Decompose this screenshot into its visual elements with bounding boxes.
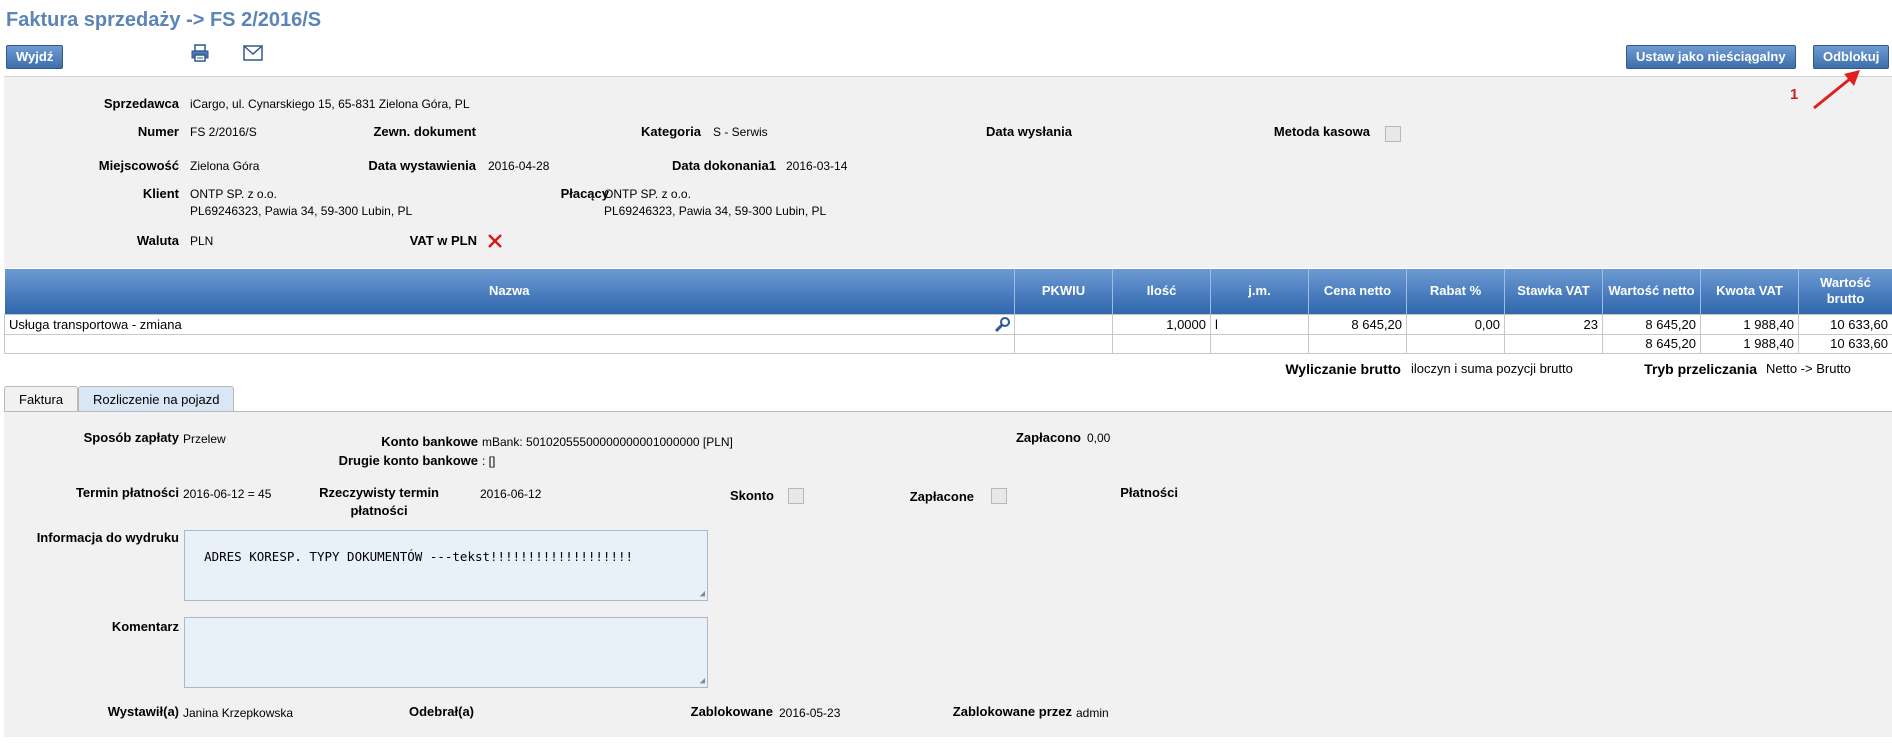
real-term-label: Rzeczywisty termin płatności — [319, 485, 439, 518]
payment-term-label: Termin płatności — [75, 485, 179, 500]
exit-button[interactable]: Wyjdź — [6, 45, 64, 69]
gross-calc-value: iloczyn i suma pozycji brutto — [1411, 361, 1573, 376]
bank-account-label: Konto bankowe — [381, 434, 478, 449]
col-name-header[interactable]: Nazwa — [4, 269, 1015, 314]
city-label: Miejscowość — [98, 158, 179, 173]
category-label: Kategoria — [641, 124, 701, 139]
issued-by-label: Wystawił(a) — [107, 704, 179, 719]
paid-amount-label: Zapłacono — [1015, 430, 1081, 445]
payer-label: Płacący — [560, 186, 609, 201]
cell-vat-amount: 1 988,40 — [1700, 313, 1799, 335]
print-info-text: ADRES KORESP. TYPY DOKUMENTÓW ---tekst!!… — [204, 549, 634, 564]
seller-label: Sprzedawca — [103, 96, 179, 111]
seller-value: iCargo, ul. Cynarskiego 15, 65-831 Zielo… — [190, 97, 470, 111]
locked-label: Zablokowane — [690, 704, 773, 719]
payment-method-label: Sposób zapłaty — [83, 430, 179, 445]
category-value: S - Serwis — [713, 125, 768, 139]
cell-gross-value: 10 633,60 — [1798, 313, 1892, 335]
printer-icon[interactable] — [190, 43, 210, 63]
cell-vat-rate: 23 — [1504, 313, 1603, 335]
payer-line2: PL69246323, Pawia 34, 59-300 Lubin, PL — [604, 204, 827, 218]
red-x-icon — [488, 234, 502, 248]
second-bank-account-label: Drugie konto bankowe — [338, 453, 478, 468]
total-gross-value: 10 633,60 — [1798, 333, 1892, 354]
col-discount-header[interactable]: Rabat % — [1406, 269, 1505, 314]
locked-by-value: admin — [1076, 706, 1109, 720]
payment-term-value: 2016-06-12 = 45 — [183, 487, 272, 501]
locked-by-label: Zablokowane przez — [952, 704, 1072, 719]
discount-checkbox[interactable] — [788, 488, 804, 504]
resize-grip-icon[interactable]: ◢ — [700, 589, 705, 599]
annotation-number: 1 — [1790, 86, 1799, 103]
item-name: Usługa transportowa - zmiana — [9, 316, 182, 332]
vat-pln-label: VAT w PLN — [409, 233, 477, 248]
cash-method-label: Metoda kasowa — [1273, 124, 1370, 139]
comment-label: Komentarz — [111, 619, 179, 634]
payer-line1: ONTP SP. z o.o. — [604, 187, 691, 201]
paid-label: Zapłacone — [909, 489, 974, 504]
issue-date-value: 2016-04-28 — [488, 159, 550, 173]
cell-net-value: 8 645,20 — [1602, 313, 1701, 335]
col-pkwiu-header[interactable]: PKWIU — [1014, 269, 1113, 314]
currency-label: Waluta — [136, 233, 179, 248]
col-vat-amount-header[interactable]: Kwota VAT — [1700, 269, 1799, 314]
bank-account-value: mBank: 50102055500000000001000000 [PLN] — [482, 435, 733, 449]
completion-date-label: Data dokonania1 — [671, 158, 776, 173]
cell-qty: 1,0000 — [1112, 313, 1211, 335]
search-icon[interactable] — [994, 316, 1010, 333]
payments-label: Płatności — [1120, 485, 1178, 500]
recalc-mode-label: Tryb przeliczania — [1644, 361, 1757, 377]
real-term-value: 2016-06-12 — [480, 487, 542, 501]
col-qty-header[interactable]: Ilość — [1112, 269, 1211, 314]
tab-vehicle-settlement[interactable]: Rozliczenie na pojazd — [78, 386, 235, 412]
total-vat-amount: 1 988,40 — [1700, 333, 1799, 354]
table-header-row: Nazwa PKWIU Ilość j.m. Cena netto Rabat … — [4, 269, 1892, 314]
external-doc-label: Zewn. dokument — [373, 124, 476, 139]
col-net-price-header[interactable]: Cena netto — [1308, 269, 1407, 314]
issued-by-value: Janina Krzepkowska — [183, 706, 294, 720]
city-value: Zielona Góra — [190, 159, 260, 173]
paid-checkbox[interactable] — [991, 488, 1007, 504]
col-unit-header[interactable]: j.m. — [1210, 269, 1309, 314]
number-value: FS 2/2016/S — [190, 125, 257, 139]
cell-pkwiu — [1014, 313, 1113, 335]
items-table: Nazwa PKWIU Ilość j.m. Cena netto Rabat … — [4, 269, 1892, 354]
page-title: Faktura sprzedaży -> FS 2/2016/S — [6, 9, 322, 31]
payment-method-value: Przelew — [183, 432, 226, 446]
comment-textarea[interactable]: ◢ — [184, 617, 708, 688]
resize-grip-icon[interactable]: ◢ — [700, 676, 705, 686]
cell-discount: 0,00 — [1406, 313, 1505, 335]
totals-row: 8 645,20 1 988,40 10 633,60 — [4, 333, 1892, 354]
received-by-label: Odebrał(a) — [408, 704, 474, 719]
col-net-value-header[interactable]: Wartość netto — [1602, 269, 1701, 314]
cell-net-price: 8 645,20 — [1308, 313, 1407, 335]
print-info-label: Informacja do wydruku — [36, 530, 179, 545]
issue-date-label: Data wystawienia — [368, 158, 476, 173]
table-row[interactable]: Usługa transportowa - zmiana 1,0000 l 8 … — [4, 313, 1892, 335]
envelope-icon[interactable] — [243, 45, 263, 61]
cash-method-checkbox[interactable] — [1385, 126, 1401, 142]
gross-calc-label: Wyliczanie brutto — [1285, 361, 1401, 377]
number-label: Numer — [137, 124, 179, 139]
paid-amount-value: 0,00 — [1087, 431, 1111, 445]
total-net-value: 8 645,20 — [1602, 333, 1701, 354]
annotation-arrow-icon — [1813, 70, 1860, 110]
completion-date-value: 2016-03-14 — [786, 159, 848, 173]
discount-label: Skonto — [729, 488, 774, 503]
second-bank-account-value: : [] — [482, 454, 496, 468]
client-line2: PL69246323, Pawia 34, 59-300 Lubin, PL — [190, 204, 413, 218]
cell-name: Usługa transportowa - zmiana — [4, 313, 1015, 335]
client-label: Klient — [142, 186, 179, 201]
col-vat-rate-header[interactable]: Stawka VAT — [1504, 269, 1603, 314]
currency-value: PLN — [190, 234, 214, 248]
recalc-mode-value: Netto -> Brutto — [1766, 361, 1851, 376]
client-line1: ONTP SP. z o.o. — [190, 187, 277, 201]
tab-invoice[interactable]: Faktura — [4, 386, 79, 412]
send-date-label: Data wysłania — [986, 124, 1072, 139]
set-uncollectible-button[interactable]: Ustaw jako nieściągalny — [1626, 45, 1796, 69]
locked-value: 2016-05-23 — [779, 706, 841, 720]
cell-unit: l — [1210, 313, 1309, 335]
col-gross-value-header[interactable]: Wartość brutto — [1798, 269, 1892, 314]
print-info-textarea[interactable]: ADRES KORESP. TYPY DOKUMENTÓW ---tekst!!… — [184, 530, 708, 601]
